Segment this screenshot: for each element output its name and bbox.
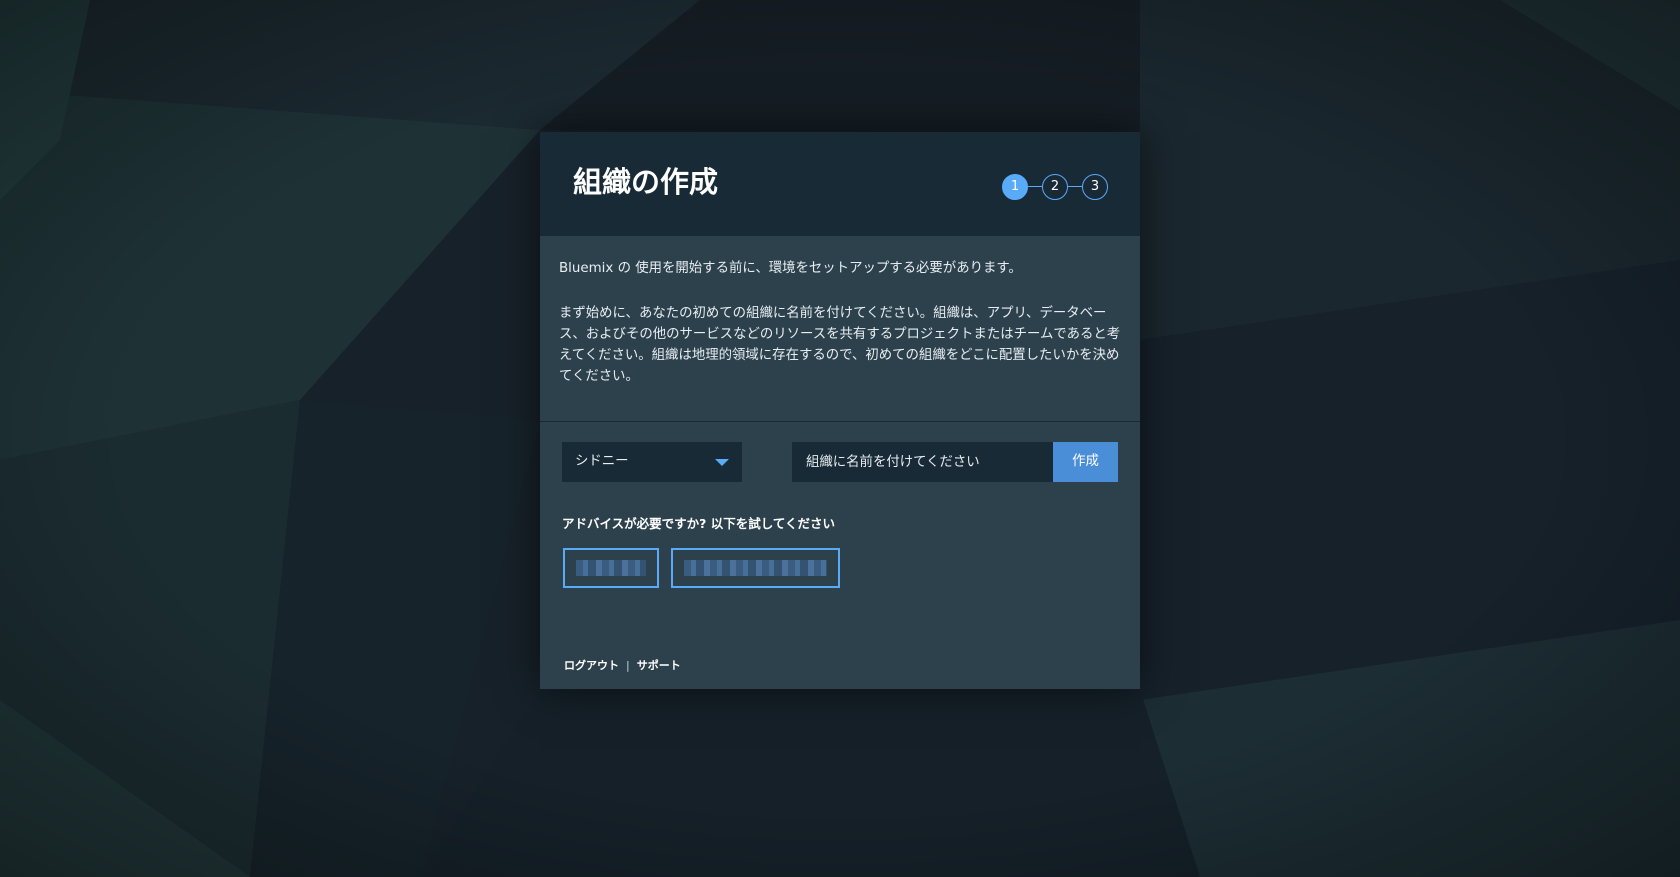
support-link[interactable]: サポート: [637, 659, 681, 672]
footer-separator: |: [626, 659, 630, 672]
caret-down-icon: [715, 459, 729, 466]
dialog-header: 組織の作成 1 2 3: [540, 132, 1140, 236]
org-name-input[interactable]: [792, 442, 1053, 482]
divider: [540, 421, 1140, 422]
create-organization-dialog: 組織の作成 1 2 3 Bluemix の 使用を開始する前に、環境をセットアッ…: [540, 132, 1140, 689]
advice-link-2[interactable]: [671, 548, 840, 588]
dialog-description: Bluemix の 使用を開始する前に、環境をセットアップする必要があります。 …: [559, 258, 1121, 387]
region-select-value: シドニー: [575, 454, 629, 469]
create-button[interactable]: 作成: [1053, 442, 1118, 482]
step-connector: [1028, 186, 1042, 187]
step-3-indicator: 3: [1082, 174, 1108, 200]
advice-label: アドバイスが必要ですか? 以下を試してください: [562, 516, 835, 531]
step-1-indicator: 1: [1002, 174, 1028, 200]
advice-link-1[interactable]: [563, 548, 659, 588]
redacted-link-text: [576, 560, 646, 576]
step-2-indicator: 2: [1042, 174, 1068, 200]
progress-stepper: 1 2 3: [1002, 173, 1110, 201]
redacted-link-text: [684, 560, 827, 576]
dialog-title: 組織の作成: [573, 165, 719, 199]
footer-links: ログアウト | サポート: [564, 657, 681, 673]
region-select[interactable]: シドニー: [562, 442, 742, 482]
logout-link[interactable]: ログアウト: [564, 659, 619, 672]
step-connector: [1068, 186, 1082, 187]
description-text: まず始めに、あなたの初めての組織に名前を付けてください。組織は、アプリ、データベ…: [559, 306, 1121, 384]
intro-text: Bluemix の 使用を開始する前に、環境をセットアップする必要があります。: [559, 261, 1022, 276]
